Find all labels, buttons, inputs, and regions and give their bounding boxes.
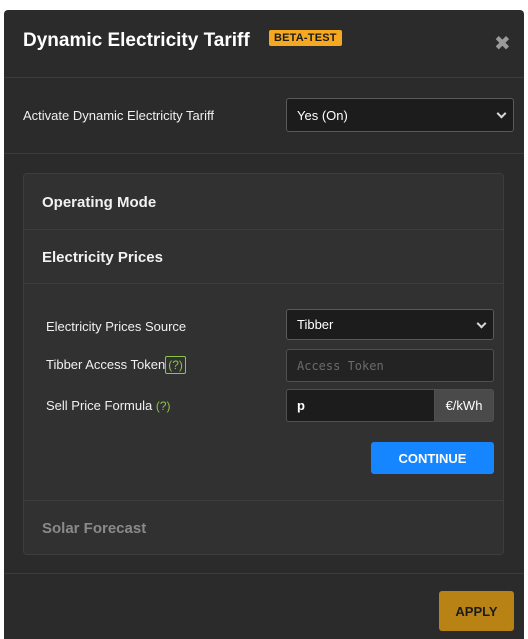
activate-select-value: Yes (On) — [297, 107, 348, 123]
chevron-down-icon — [496, 108, 507, 119]
formula-input[interactable] — [286, 389, 434, 422]
activate-select[interactable]: Yes (On) — [286, 98, 514, 132]
token-label-group: Tibber Access Token (?) — [46, 356, 186, 374]
settings-card: Operating Mode Electricity Prices Electr… — [23, 173, 504, 555]
apply-button[interactable]: APPLY — [439, 591, 514, 631]
section-title-solar-forecast: Solar Forecast — [42, 520, 147, 537]
formula-unit: €/kWh — [434, 389, 494, 422]
modal-title: Dynamic Electricity Tariff — [23, 30, 250, 51]
prices-source-label: Electricity Prices Source — [46, 319, 187, 334]
tariff-modal: Dynamic Electricity Tariff BETA-TEST ✖ A… — [4, 10, 524, 639]
electricity-prices-body: Electricity Prices Source Tibber Tibber … — [24, 284, 503, 501]
activate-label: Activate Dynamic Electricity Tariff — [23, 108, 214, 123]
section-title-electricity-prices: Electricity Prices — [42, 249, 163, 266]
formula-label: Sell Price Formula — [46, 398, 153, 413]
prices-source-select[interactable]: Tibber — [286, 309, 494, 340]
token-input[interactable] — [286, 349, 494, 382]
formula-label-group: Sell Price Formula (?) — [46, 398, 171, 413]
activate-row: Activate Dynamic Electricity Tariff Yes … — [4, 78, 524, 154]
section-title-operating-mode: Operating Mode — [42, 194, 157, 211]
modal-header: Dynamic Electricity Tariff BETA-TEST ✖ — [4, 10, 524, 78]
token-label: Tibber Access Token — [46, 357, 166, 372]
beta-badge: BETA-TEST — [269, 30, 342, 46]
section-operating-mode[interactable]: Operating Mode — [24, 174, 503, 230]
chevron-down-icon — [476, 318, 487, 329]
formula-help-link[interactable]: (?) — [156, 399, 171, 413]
modal-footer: APPLY — [4, 573, 524, 639]
close-icon[interactable]: ✖ — [494, 34, 511, 54]
section-solar-forecast[interactable]: Solar Forecast — [24, 501, 503, 554]
token-help-link[interactable]: (?) — [165, 356, 186, 374]
prices-source-value: Tibber — [297, 317, 334, 332]
section-electricity-prices[interactable]: Electricity Prices — [24, 230, 503, 284]
continue-button[interactable]: CONTINUE — [371, 442, 494, 474]
